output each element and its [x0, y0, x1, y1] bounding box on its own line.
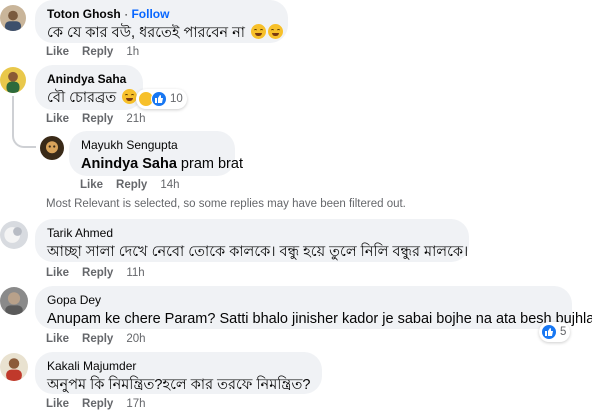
reaction-count: 10 [170, 93, 183, 105]
reaction-summary[interactable]: 5 [539, 322, 571, 342]
reply-thread-line [12, 96, 36, 148]
comment-timestamp[interactable]: 17h [126, 398, 145, 410]
comment-text: Anupam ke chere Param? Satti bhalo jinis… [47, 311, 592, 327]
comment-text: অনুপম কি নিমন্ত্রিত?হলে কার তরফে নিমন্ত্… [47, 377, 311, 393]
avatar[interactable] [0, 67, 26, 93]
laughing-emoji-icon [122, 89, 138, 104]
reply-button[interactable]: Reply [82, 267, 113, 279]
comment-bubble: Tarik Ahmed আচ্ছা সালা দেখে নেবো তোকে কা… [35, 219, 469, 262]
reply-button[interactable]: Reply [82, 333, 113, 345]
laughing-emoji-icon [267, 24, 283, 39]
like-button[interactable]: Like [46, 267, 69, 279]
comment-actions: Like Reply 1h [46, 46, 152, 58]
comment-actions: Like Reply 11h [46, 267, 158, 279]
mention-link[interactable]: Anindya Saha [81, 156, 177, 172]
comment-bubble: Gopa Dey Anupam ke chere Param? Satti bh… [35, 286, 592, 329]
like-button[interactable]: Like [46, 46, 69, 58]
avatar[interactable] [0, 353, 28, 381]
follow-button[interactable]: Follow [131, 7, 169, 21]
comment-timestamp[interactable]: 21h [126, 113, 145, 125]
comment-bubble: Kakali Majumder অনুপম কি নিমন্ত্রিত?হলে … [35, 352, 322, 394]
comment-bubble: Mayukh Sengupta Anindya Saha pram brat [69, 131, 243, 176]
avatar-image [0, 67, 26, 93]
comment-actions: Like Reply 14h [80, 179, 193, 191]
comment-bubble: Anindya Saha বৌ চোরব্রত [35, 65, 143, 110]
reply-button[interactable]: Reply [82, 398, 113, 410]
avatar[interactable] [40, 136, 64, 160]
comment-text: বৌ চোরব্রত [47, 90, 117, 106]
comment-timestamp[interactable]: 11h [126, 267, 144, 279]
comment-timestamp[interactable]: 14h [160, 179, 179, 191]
reply-button[interactable]: Reply [82, 46, 113, 58]
avatar-image [0, 353, 28, 381]
avatar-image [0, 287, 28, 315]
comment-text: pram brat [180, 156, 243, 172]
avatar-image [0, 5, 26, 31]
comment-text: কে যে কার বউ, ধরতেই পারবেন না [47, 25, 245, 41]
like-reaction-icon [151, 91, 167, 107]
like-reaction-icon [541, 324, 557, 340]
reply-button[interactable]: Reply [116, 179, 147, 191]
avatar[interactable] [0, 221, 28, 249]
avatar-image [0, 221, 28, 249]
reaction-summary[interactable]: 10 [136, 89, 187, 109]
comment-author[interactable]: Toton Ghosh [47, 7, 121, 21]
comment-actions: Like Reply 17h [46, 398, 159, 410]
comment-author[interactable]: Tarik Ahmed [47, 226, 457, 241]
avatar-image [40, 136, 64, 160]
comment-timestamp[interactable]: 1h [126, 46, 139, 58]
comment-actions: Like Reply 20h [46, 333, 159, 345]
comment-text: আচ্ছা সালা দেখে নেবো তোকে কালকে। বন্ধু হ… [47, 244, 469, 260]
like-button[interactable]: Like [80, 179, 103, 191]
like-button[interactable]: Like [46, 333, 69, 345]
avatar[interactable] [0, 287, 28, 315]
filter-notice: Most Relevant is selected, so some repli… [46, 198, 406, 210]
avatar[interactable] [0, 5, 26, 31]
like-button[interactable]: Like [46, 398, 69, 410]
comment-actions: Like Reply 21h [46, 113, 159, 125]
reaction-count: 5 [560, 326, 567, 338]
comment-author[interactable]: Mayukh Sengupta [81, 138, 223, 153]
comment-author[interactable]: Kakali Majumder [47, 359, 310, 374]
reply-button[interactable]: Reply [82, 113, 113, 125]
comment-bubble: Toton Ghosh · Follow কে যে কার বউ, ধরতেই… [35, 0, 288, 43]
comment-author[interactable]: Anindya Saha [47, 72, 131, 87]
comment-author[interactable]: Gopa Dey [47, 293, 560, 308]
like-button[interactable]: Like [46, 113, 69, 125]
comment-timestamp[interactable]: 20h [126, 333, 145, 345]
laughing-emoji-icon [250, 24, 266, 39]
